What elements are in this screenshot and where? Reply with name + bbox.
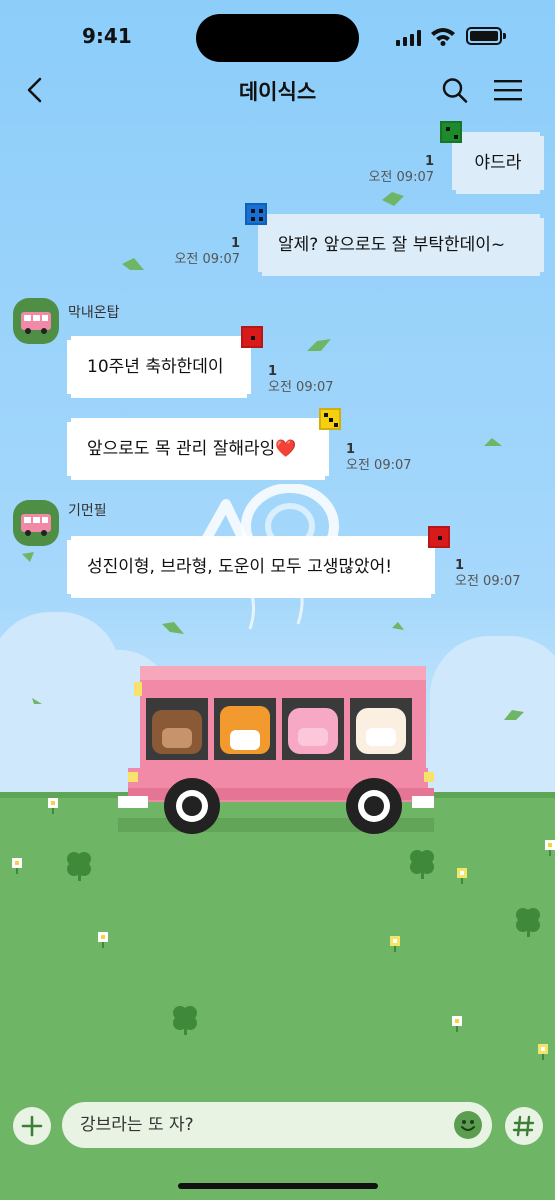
unread-count: 1 — [268, 364, 278, 379]
message-input-container — [62, 1102, 492, 1148]
flower-icon — [538, 1044, 548, 1060]
flower-icon — [390, 936, 400, 952]
sender-name: 기먼필 — [68, 503, 107, 519]
message-text: 성진이형, 브라형, 도운이 모두 고생많았어! — [87, 557, 393, 577]
message-text: 야드라 — [474, 153, 522, 173]
message-meta: 1 오전 09:07 — [166, 236, 240, 268]
leaf-icon — [162, 622, 184, 634]
leaf-icon — [484, 438, 502, 446]
plus-icon — [21, 1115, 43, 1137]
cellular-signal-icon — [396, 30, 422, 46]
wifi-icon — [431, 28, 455, 46]
cloud — [500, 660, 555, 800]
message-bubble-received[interactable]: 앞으로도 목 관리 잘해라잉❤️ — [71, 422, 325, 476]
leaf-icon — [307, 339, 331, 351]
flower-icon — [48, 798, 58, 814]
message-text: 알제? 앞으로도 잘 부탁한데이~ — [278, 235, 506, 255]
message-bubble-received[interactable]: 10주년 축하한데이 — [71, 340, 247, 394]
unread-count: 1 — [455, 558, 465, 573]
message-bubble-sent[interactable]: 알제? 앞으로도 잘 부탁한데이~ — [262, 218, 540, 272]
message-time: 오전 09:07 — [368, 170, 434, 185]
message-time: 오전 09:07 — [174, 252, 240, 267]
dice-icon — [440, 121, 462, 143]
unread-count: 1 — [230, 236, 240, 251]
flower-icon — [98, 932, 108, 948]
message-text: 10주년 축하한데이 — [87, 357, 224, 377]
clover-icon — [410, 850, 434, 879]
message-input[interactable] — [80, 1102, 450, 1148]
message-time: 오전 09:07 — [268, 380, 334, 395]
pink-bus-illustration — [118, 666, 434, 834]
sender-name: 막내온탑 — [68, 305, 120, 321]
chat-title: 데이식스 — [238, 80, 317, 104]
dice-icon — [245, 203, 267, 225]
avatar[interactable] — [13, 500, 59, 546]
back-button[interactable] — [20, 74, 50, 106]
flower-icon — [12, 858, 22, 874]
bus-avatar-icon — [21, 514, 51, 536]
avatar[interactable] — [13, 298, 59, 344]
message-meta: 1 오전 09:07 — [455, 558, 535, 590]
search-icon[interactable] — [440, 74, 470, 106]
leaf-icon — [392, 622, 404, 630]
message-meta: 1 오전 09:07 — [268, 364, 348, 396]
battery-icon — [466, 27, 506, 45]
hamburger-menu-icon[interactable] — [492, 76, 524, 104]
leaf-icon — [32, 698, 42, 704]
unread-count: 1 — [346, 442, 356, 457]
attach-plus-button[interactable] — [13, 1107, 51, 1145]
message-time: 오전 09:07 — [346, 458, 412, 473]
clover-icon — [516, 908, 540, 937]
message-meta: 1 오전 09:07 — [360, 154, 434, 186]
dice-icon — [319, 408, 341, 430]
chat-screen: 9:41 데이식스 야드라 1 오전 09:07 알제? 앞으로도 잘 부탁한데… — [0, 0, 555, 1200]
dynamic-island — [196, 14, 359, 62]
clover-icon — [173, 1006, 197, 1035]
chat-header: 데이식스 — [0, 70, 555, 110]
dice-icon — [428, 526, 450, 548]
flower-icon — [457, 868, 467, 884]
status-bar: 9:41 — [0, 0, 555, 72]
unread-count: 1 — [424, 154, 434, 169]
message-text: 앞으로도 목 관리 잘해라잉❤️ — [87, 439, 297, 459]
leaf-icon — [122, 258, 144, 270]
bus-avatar-icon — [21, 312, 51, 334]
leaf-icon — [22, 552, 34, 562]
hashtag-icon — [512, 1115, 535, 1137]
clover-icon — [67, 852, 91, 881]
leaf-icon — [382, 192, 404, 206]
smiley-icon — [461, 1120, 475, 1131]
flower-icon — [545, 840, 555, 856]
home-indicator[interactable] — [178, 1183, 378, 1189]
message-bubble-sent[interactable]: 야드라 — [456, 136, 540, 190]
leaf-icon — [504, 710, 524, 720]
hashtag-search-button[interactable] — [505, 1107, 543, 1145]
message-bubble-received[interactable]: 성진이형, 브라형, 도운이 모두 고생많았어! — [71, 540, 431, 594]
message-meta: 1 오전 09:07 — [346, 442, 426, 474]
dice-icon — [241, 326, 263, 348]
status-time: 9:41 — [82, 24, 132, 48]
flower-icon — [452, 1016, 462, 1032]
emoji-button[interactable] — [454, 1111, 482, 1139]
message-time: 오전 09:07 — [455, 574, 521, 589]
